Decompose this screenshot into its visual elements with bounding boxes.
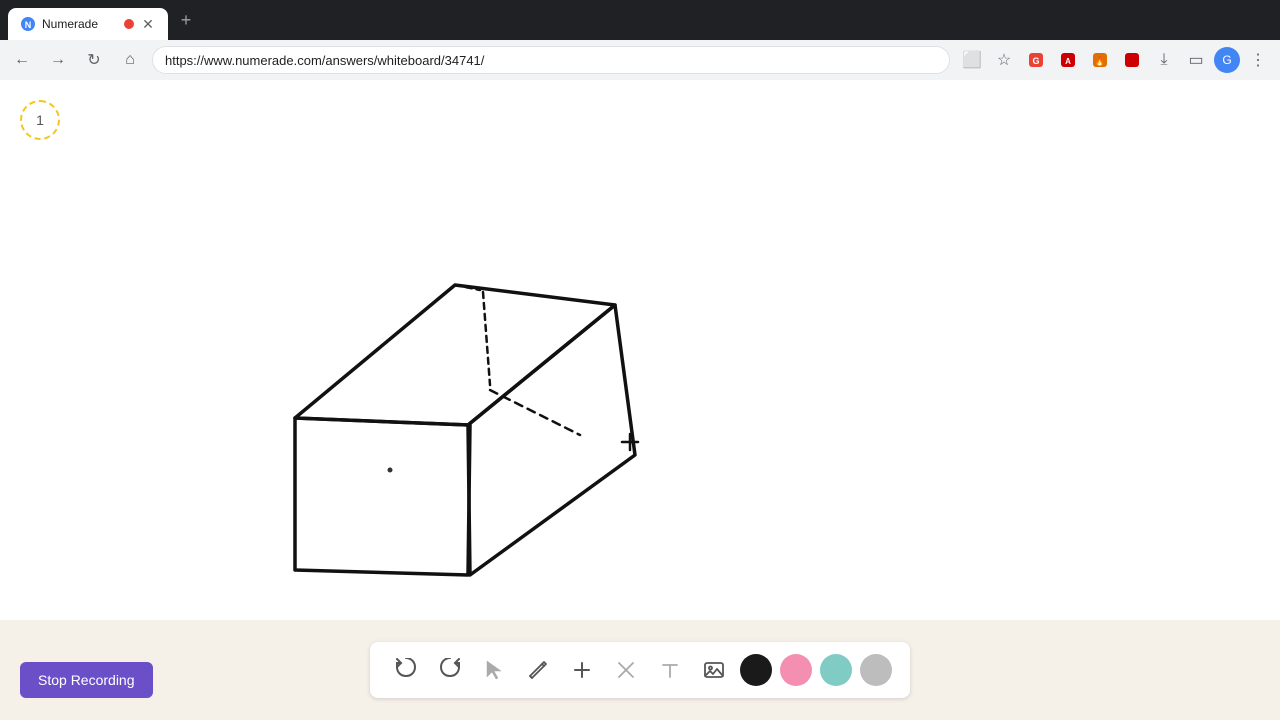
image-button[interactable] <box>694 650 734 690</box>
redo-button[interactable] <box>430 650 470 690</box>
extension-icon-2[interactable]: A <box>1054 46 1082 74</box>
color-black[interactable] <box>740 654 772 686</box>
whiteboard-canvas[interactable]: 1 <box>0 80 1280 620</box>
menu-icon[interactable]: ⋮ <box>1244 46 1272 74</box>
pencil-button[interactable] <box>518 650 558 690</box>
select-button[interactable] <box>474 650 514 690</box>
home-button[interactable]: ⌂ <box>116 46 144 74</box>
svg-text:🔥: 🔥 <box>1094 55 1105 66</box>
eraser-button[interactable] <box>606 650 646 690</box>
new-tab-button[interactable]: + <box>172 6 200 34</box>
svg-text:G: G <box>1032 56 1039 66</box>
svg-text:N: N <box>25 20 32 30</box>
downloads-icon[interactable]: ⤓ <box>1150 46 1178 74</box>
tab-title: Numerade <box>42 17 118 31</box>
browser-chrome: N Numerade ✕ + <box>0 0 1280 40</box>
browser-nav-bar: ← → ↻ ⌂ https://www.numerade.com/answers… <box>0 40 1280 80</box>
bottom-area: Stop Recording <box>0 620 1280 720</box>
forward-button[interactable]: → <box>44 46 72 74</box>
color-pink[interactable] <box>780 654 812 686</box>
extension-icon-3[interactable]: 🔥 <box>1086 46 1114 74</box>
refresh-button[interactable]: ↻ <box>80 46 108 74</box>
url-text: https://www.numerade.com/answers/whitebo… <box>165 53 484 68</box>
tab-close-button[interactable]: ✕ <box>140 16 156 32</box>
tab-favicon: N <box>20 16 36 32</box>
address-bar[interactable]: https://www.numerade.com/answers/whitebo… <box>152 46 950 74</box>
screenshot-icon[interactable]: ⬜ <box>958 46 986 74</box>
nav-icons-group: ⬜ ☆ G A 🔥 ⤓ ▭ G ⋮ <box>958 46 1272 74</box>
stop-recording-button[interactable]: Stop Recording <box>20 662 153 698</box>
add-button[interactable] <box>562 650 602 690</box>
extension-icon-1[interactable]: G <box>1022 46 1050 74</box>
color-teal[interactable] <box>820 654 852 686</box>
toolbar <box>370 642 910 698</box>
color-gray[interactable] <box>860 654 892 686</box>
extension-icon-4[interactable] <box>1118 46 1146 74</box>
back-button[interactable]: ← <box>8 46 36 74</box>
whiteboard-drawing <box>0 80 1280 620</box>
tab-recording-dot <box>124 19 134 29</box>
text-button[interactable] <box>650 650 690 690</box>
bookmark-icon[interactable]: ☆ <box>990 46 1018 74</box>
browser-tab[interactable]: N Numerade ✕ <box>8 8 168 40</box>
undo-button[interactable] <box>386 650 426 690</box>
svg-text:A: A <box>1065 57 1071 66</box>
profile-avatar[interactable]: G <box>1214 47 1240 73</box>
cast-icon[interactable]: ▭ <box>1182 46 1210 74</box>
